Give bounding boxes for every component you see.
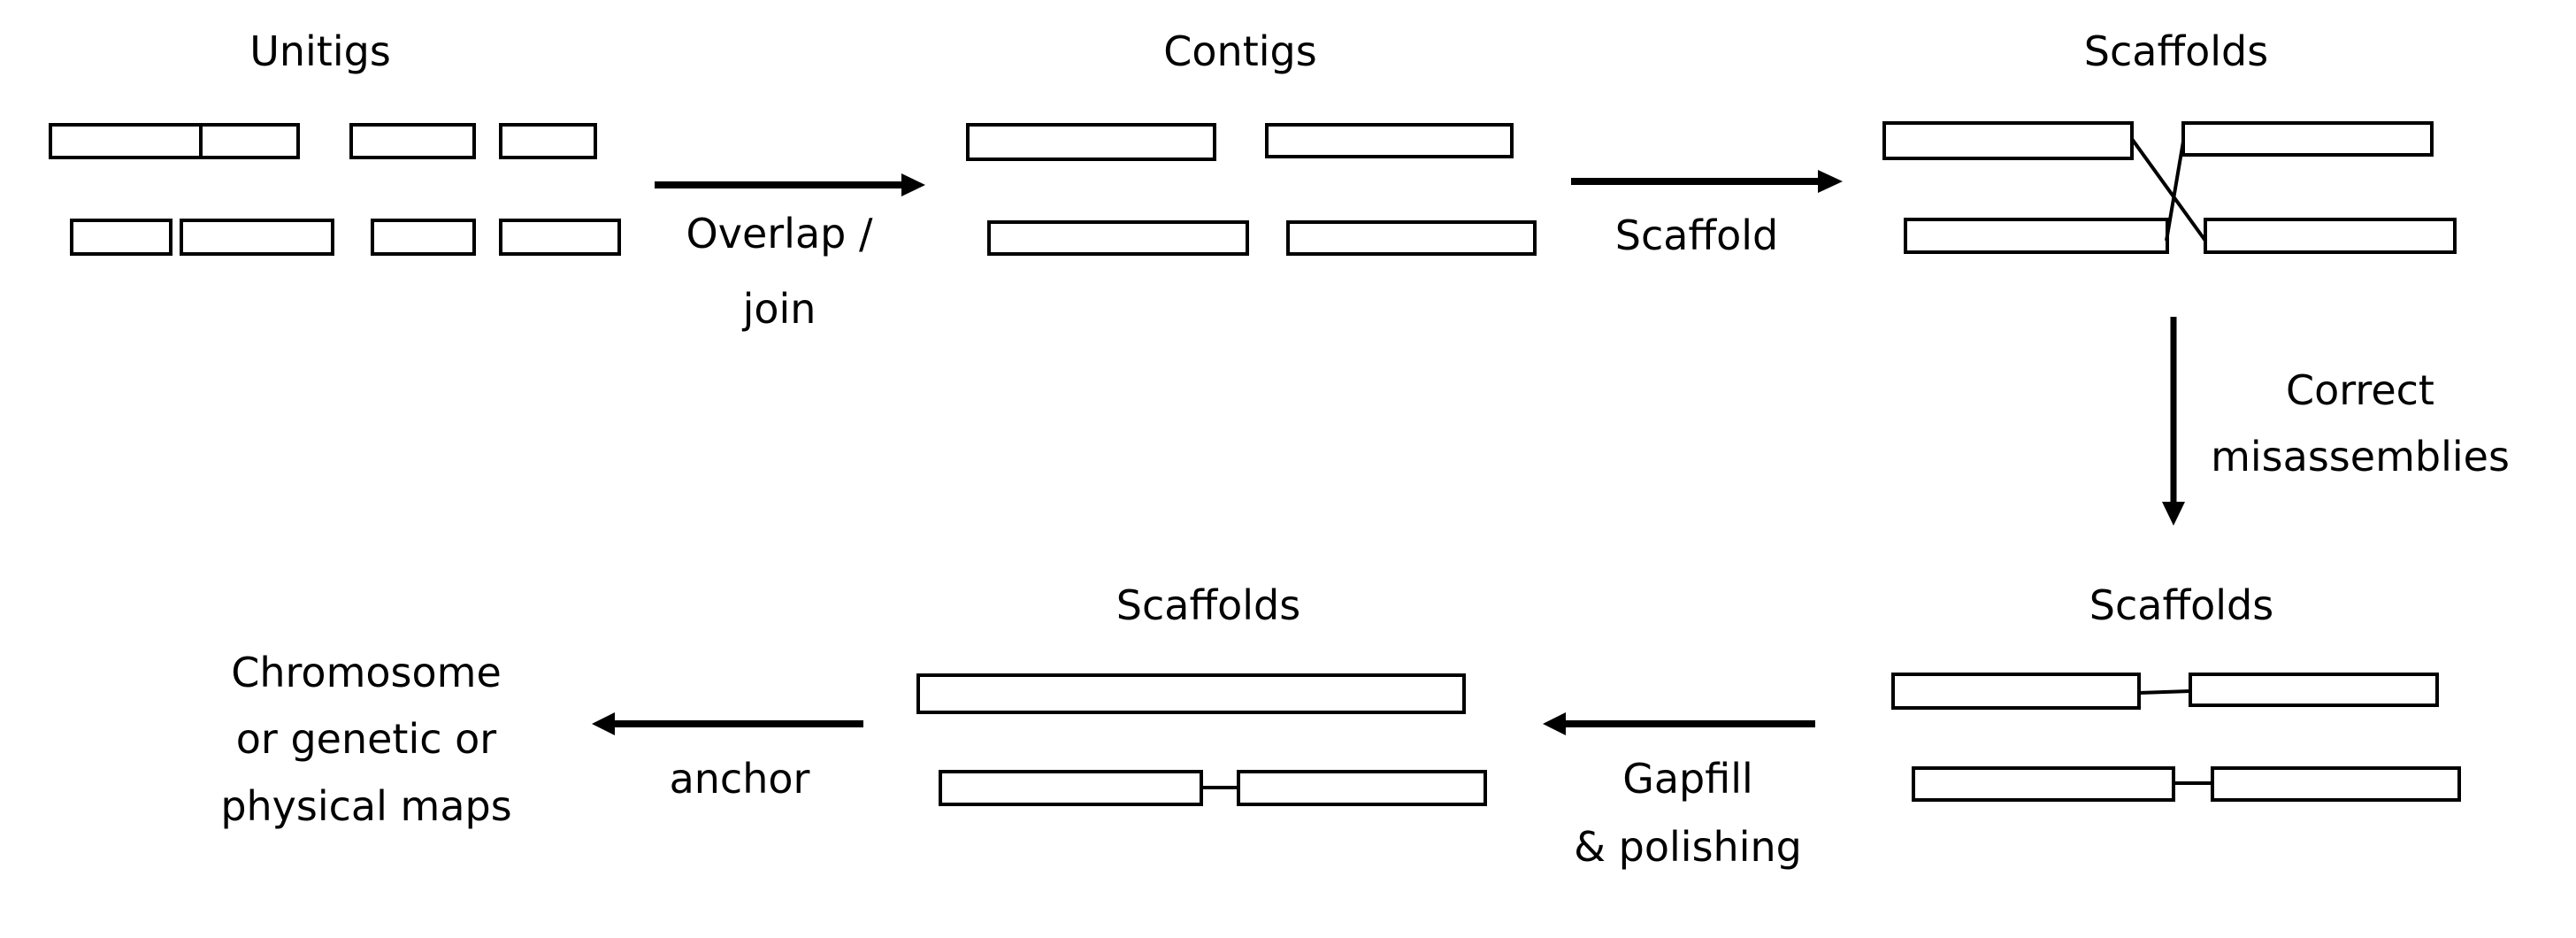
stage-title-contigs: Contigs <box>1163 27 1316 75</box>
scaffold-segment <box>1882 121 2134 160</box>
contig <box>1286 220 1537 256</box>
stage-title-scaffolds-gapfilled: Scaffolds <box>1116 581 1300 629</box>
stage-contigs: Contigs <box>966 27 1537 256</box>
stage-scaffolds-initial: Scaffolds <box>1882 27 2457 254</box>
step-overlap-join: Overlap / join <box>655 173 925 333</box>
scaffold-segment <box>916 673 1466 714</box>
step-gapfill-polishing: Gapfill & polishing <box>1543 712 1815 871</box>
stage-title-scaffolds-corrected: Scaffolds <box>2089 581 2273 629</box>
step-label-misassemblies: misassemblies <box>2211 433 2510 481</box>
scaffold-segment <box>1912 766 2175 802</box>
stage-scaffolds-corrected: Scaffolds <box>1891 581 2461 802</box>
unitig-segment <box>349 123 476 159</box>
step-label-polishing: & polishing <box>1574 823 1802 871</box>
step-anchor: anchor <box>592 712 863 803</box>
unitig-segment <box>499 123 597 159</box>
maps-label-line-1: Chromosome <box>231 649 502 696</box>
arrow-down-icon <box>2162 502 2185 526</box>
unitig-segment <box>499 219 621 256</box>
assembly-workflow-diagram: Unitigs Overlap / join Contigs Scaffold … <box>49 27 2510 871</box>
step-label-gapfill: Gapfill <box>1622 755 1753 803</box>
step-scaffold: Scaffold <box>1571 170 1843 259</box>
step-label-scaffold: Scaffold <box>1615 211 1779 259</box>
arrow-left-icon <box>592 712 615 735</box>
contig <box>966 123 1216 161</box>
unitig-segment <box>70 219 172 256</box>
step-label-anchor: anchor <box>670 755 810 803</box>
scaffold-segment <box>1891 673 2141 710</box>
contig <box>987 220 1249 256</box>
unitig-segment <box>371 219 476 256</box>
step-correct-misassemblies: Correct misassemblies <box>2162 317 2510 526</box>
scaffold-segment <box>1237 770 1487 806</box>
arrow-left-icon <box>1543 712 1566 735</box>
arrow-right-icon <box>901 173 925 196</box>
stage-unitigs: Unitigs <box>49 27 621 256</box>
scaffold-segment <box>2204 218 2457 254</box>
step-label-correct: Correct <box>2286 366 2434 414</box>
step-label-overlap: Overlap / <box>686 210 873 258</box>
scaffold-segment <box>2189 673 2439 707</box>
scaffold-segment <box>939 770 1203 806</box>
stage-scaffolds-gapfilled: Scaffolds <box>916 581 1487 806</box>
stage-maps: Chromosome or genetic or physical maps <box>220 649 511 830</box>
scaffold-segment <box>1904 218 2169 254</box>
arrow-right-icon <box>1818 170 1843 193</box>
gap-link <box>2138 689 2191 695</box>
contig <box>1265 123 1514 158</box>
stage-title-scaffolds-initial: Scaffolds <box>2084 27 2268 75</box>
step-label-join: join <box>742 285 816 333</box>
scaffold-segment <box>2211 766 2461 802</box>
stage-title-unitigs: Unitigs <box>249 27 391 75</box>
maps-label-line-3: physical maps <box>220 782 511 830</box>
scaffold-segment <box>2181 121 2434 157</box>
unitig-segment <box>49 123 203 159</box>
unitig-segment <box>180 219 334 256</box>
unitig-segment <box>199 123 300 159</box>
maps-label-line-2: or genetic or <box>236 715 497 763</box>
